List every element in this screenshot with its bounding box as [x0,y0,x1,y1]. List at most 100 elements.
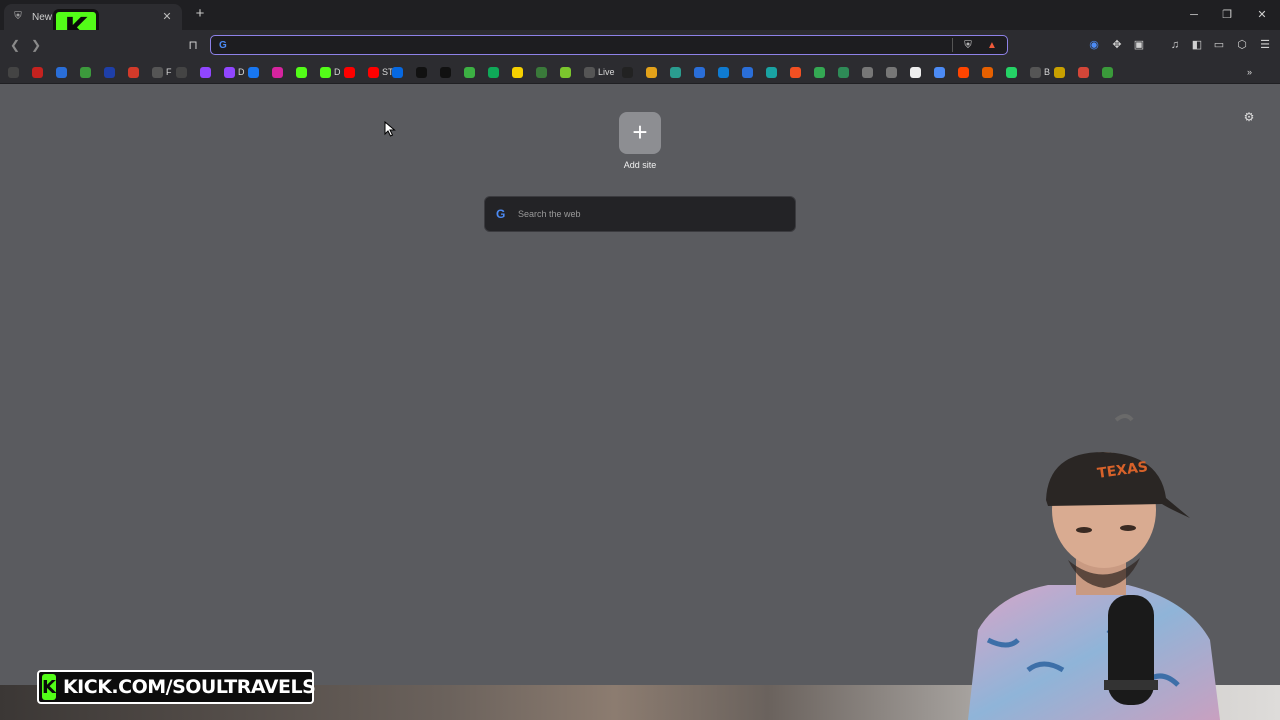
bookmarks-bar: F D D ST Live B » [0,60,1280,84]
maximize-button[interactable]: ❐ [1218,6,1236,24]
minimize-button[interactable]: ─ [1185,6,1203,24]
bookmark-item[interactable] [536,64,547,80]
address-input[interactable] [239,38,952,52]
brave-shield-icon: ⛨ [14,11,22,22]
bookmark-item[interactable] [982,64,993,80]
bookmark-item[interactable] [934,64,945,80]
bookmark-item[interactable] [392,64,403,80]
new-tab-button[interactable]: + [192,6,208,22]
address-bar[interactable]: G ⛨ ▲ [210,35,1008,55]
bookmark-item[interactable] [718,64,729,80]
brave-rewards-icon[interactable]: ▲ [985,40,999,51]
reddit-icon [958,66,969,78]
note-icon [512,66,523,78]
bookmark-item[interactable] [814,64,825,80]
green-icon [488,66,499,78]
youtube-icon [368,66,379,78]
search-box[interactable]: G [484,196,796,232]
bookmarks-overflow-icon[interactable]: » [1247,64,1252,80]
bookmark-item[interactable] [200,64,211,80]
add-site-button[interactable]: + [619,112,661,154]
bookmark-item[interactable] [104,64,115,80]
leo-icon[interactable]: ⬡ [1234,37,1250,53]
kick-icon [320,66,331,78]
bookmark-item[interactable] [1054,64,1065,80]
drive-icon [814,66,825,78]
gmail-icon [32,66,43,78]
phone-icon [1006,66,1017,78]
title-bar: ⛨ New T ✕ + ─ ❐ ✕ [0,0,1280,30]
circle-icon [742,66,753,78]
bookmark-item[interactable] [8,64,19,80]
bookmark-item[interactable]: ST [368,64,394,80]
bookmark-item[interactable] [272,64,283,80]
bookmark-item[interactable] [958,64,969,80]
bookmark-item[interactable] [176,64,187,80]
tab-close-icon[interactable]: ✕ [160,10,174,24]
twitch-icon [224,66,235,78]
bookmark-item[interactable] [694,64,705,80]
bookmark-item[interactable] [248,64,259,80]
forward-icon[interactable]: ❯ [28,37,44,53]
bookmark-item[interactable] [296,64,307,80]
bookmark-item[interactable] [560,64,571,80]
extensions-icon[interactable]: ✥ [1109,37,1125,53]
add-site-label: Add site [623,160,657,170]
settings-gear-icon[interactable]: ⚙ [1242,110,1256,124]
search-icon [934,66,945,78]
bars-icon [646,66,657,78]
bookmark-item[interactable] [344,64,355,80]
bookmark-item[interactable] [1006,64,1017,80]
back-icon[interactable]: ❮ [7,37,23,53]
bookmark-item[interactable]: Live [584,64,615,80]
tiktok-icon [416,66,427,78]
bookmark-item[interactable] [488,64,499,80]
youtube-icon [344,66,355,78]
search-input[interactable] [518,209,795,219]
bookmark-item[interactable]: F [152,64,172,80]
mail-icon [1078,66,1089,78]
bookmark-item[interactable] [1102,64,1113,80]
bookmark-item[interactable] [910,64,921,80]
vpn-icon[interactable]: ◉ [1086,37,1102,53]
bookmark-item[interactable]: D [320,64,341,80]
bookmark-item[interactable] [790,64,801,80]
kick-channel-url: KICK.COM/SOULTRAVELS [62,676,316,698]
circle-icon [694,66,705,78]
g-icon [128,66,139,78]
brave-shields-icon[interactable]: ⛨ [961,40,975,51]
bookmark-item[interactable] [440,64,451,80]
bookmark-item[interactable] [128,64,139,80]
bookmark-item[interactable] [80,64,91,80]
bookmark-item[interactable] [886,64,897,80]
bookmark-item[interactable] [862,64,873,80]
bookmark-item[interactable] [1078,64,1089,80]
screenshot-icon[interactable]: ▣ [1131,37,1147,53]
bookmark-item[interactable] [766,64,777,80]
globe-icon [886,66,897,78]
close-window-button[interactable]: ✕ [1253,6,1271,24]
bookmark-item[interactable] [742,64,753,80]
sidebar-icon[interactable]: ◧ [1189,37,1205,53]
apps-grid-icon [8,66,19,78]
bookmark-item[interactable] [646,64,657,80]
bookmark-item[interactable] [838,64,849,80]
bookmark-label: D [334,67,341,77]
leaf-icon [838,66,849,78]
bookmark-item[interactable] [32,64,43,80]
bookmark-item[interactable] [416,64,427,80]
media-icon[interactable]: ♫ [1167,37,1183,53]
bookmark-item[interactable] [622,64,633,80]
kick-channel-banner: K KICK.COM/SOULTRAVELS [37,670,316,704]
bookmark-item[interactable] [464,64,475,80]
bookmark-icon[interactable]: ⊓ [185,37,201,53]
bookmark-label: Live [598,67,615,77]
bookmark-item[interactable] [512,64,523,80]
menu-icon[interactable]: ☰ [1257,37,1273,53]
bookmark-item[interactable] [56,64,67,80]
meta-icon [392,66,403,78]
bookmark-item[interactable]: D [224,64,245,80]
bookmark-item[interactable]: B [1030,64,1050,80]
wallet-icon[interactable]: ▭ [1211,37,1227,53]
bookmark-item[interactable] [670,64,681,80]
